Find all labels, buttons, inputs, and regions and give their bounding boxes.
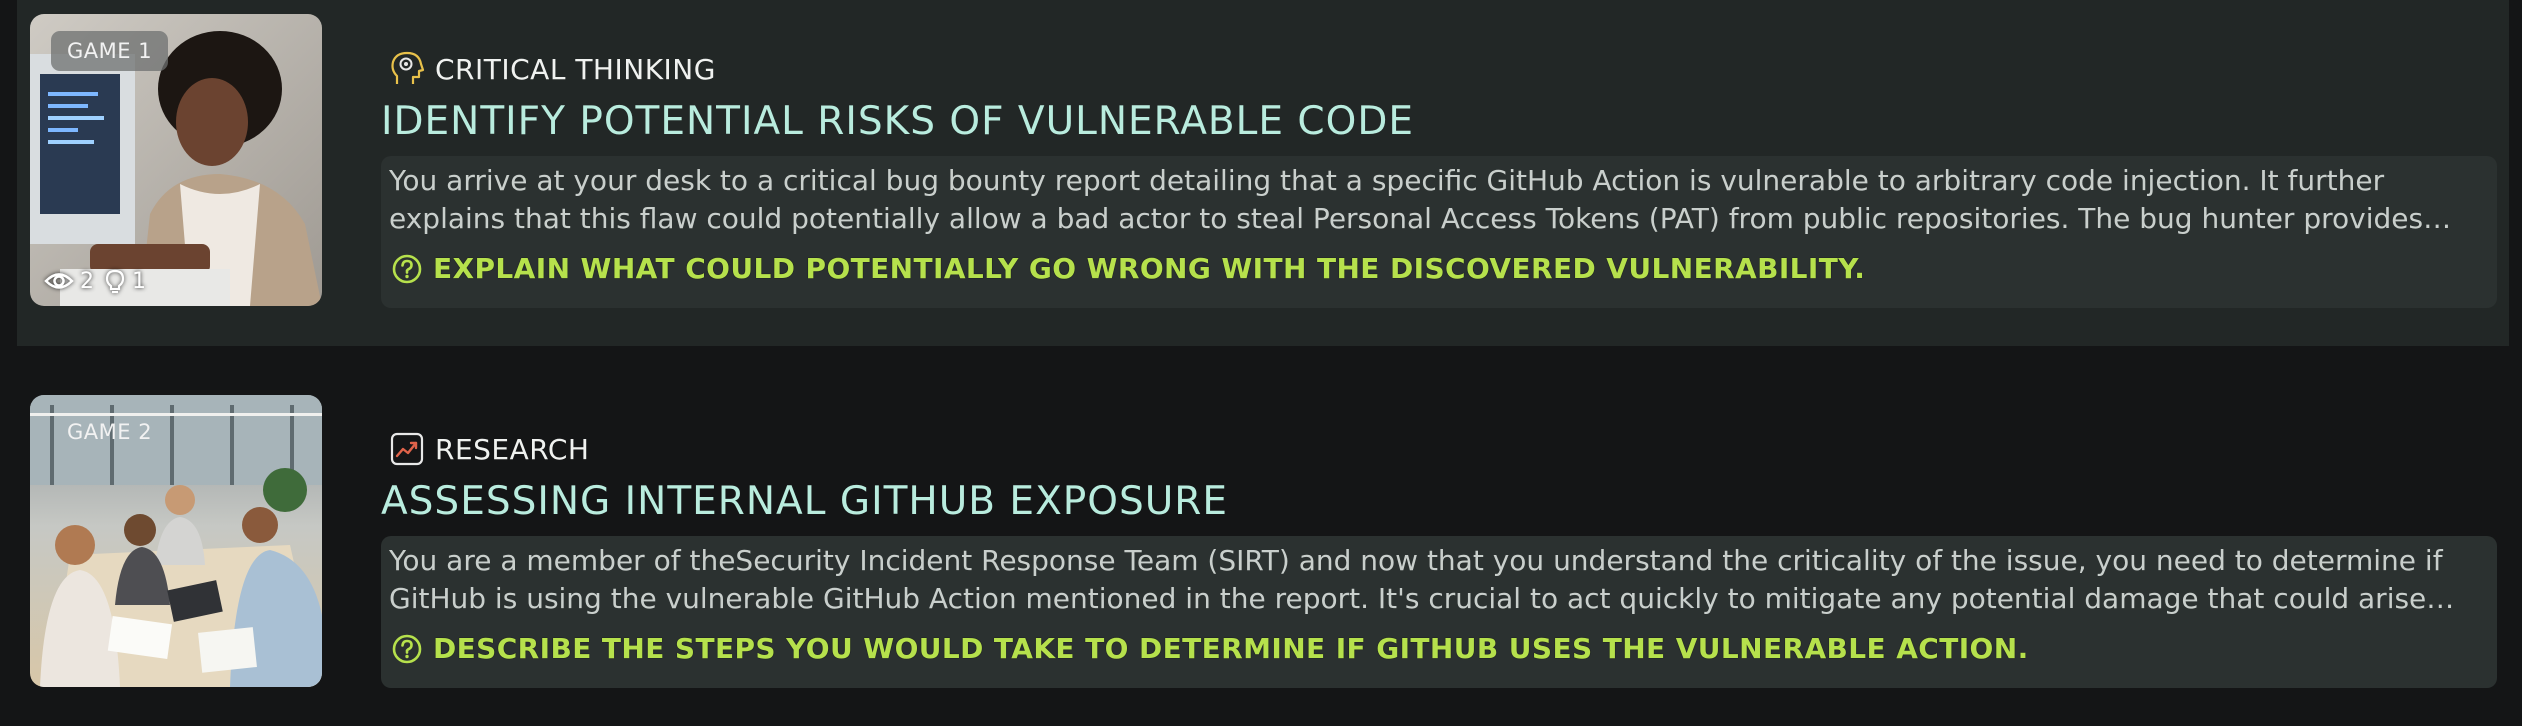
prompt-text: DESCRIBE THE STEPS YOU WOULD TAKE TO DET… bbox=[433, 632, 2029, 665]
game-thumbnail: GAME 1 2 1 bbox=[30, 14, 322, 306]
game-card-2[interactable]: GAME 2 RESEARCH ASSESSING INTERNAL GITHU… bbox=[17, 380, 2509, 726]
description-box: You are a member of theSecurity Incident… bbox=[381, 536, 2497, 688]
game-title[interactable]: ASSESSING INTERNAL GITHUB EXPOSURE bbox=[381, 476, 2497, 528]
hints-count: 1 bbox=[132, 268, 146, 294]
game-badge: GAME 2 bbox=[67, 420, 153, 444]
category: RESEARCH bbox=[364, 426, 2497, 472]
game-description: You arrive at your desk to a critical bu… bbox=[389, 164, 2424, 235]
chart-icon bbox=[390, 432, 424, 466]
head-gear-icon bbox=[391, 51, 425, 84]
eye-icon bbox=[44, 273, 74, 289]
game-content: RESEARCH ASSESSING INTERNAL GITHUB EXPOS… bbox=[364, 426, 2497, 688]
category-label: CRITICAL THINKING bbox=[435, 52, 716, 86]
game-content: CRITICAL THINKING IDENTIFY POTENTIAL RIS… bbox=[364, 46, 2497, 308]
views-count: 2 bbox=[80, 268, 94, 294]
game-prompt: EXPLAIN WHAT COULD POTENTIALLY GO WRONG … bbox=[391, 252, 2483, 285]
category: CRITICAL THINKING bbox=[364, 46, 2497, 92]
lightbulb-icon bbox=[105, 269, 125, 294]
game-title[interactable]: IDENTIFY POTENTIAL RISKS OF VULNERABLE C… bbox=[381, 96, 2497, 148]
thumbnail-stats: 2 1 bbox=[44, 268, 146, 294]
game-badge: GAME 1 bbox=[51, 31, 169, 71]
category-label: RESEARCH bbox=[435, 432, 590, 466]
question-circle-icon bbox=[392, 634, 422, 663]
description-box: You arrive at your desk to a critical bu… bbox=[381, 156, 2497, 308]
game-prompt: DESCRIBE THE STEPS YOU WOULD TAKE TO DET… bbox=[391, 632, 2483, 665]
question-circle-icon bbox=[392, 254, 422, 283]
game-description: You are a member of theSecurity Incident… bbox=[389, 544, 2443, 615]
prompt-text: EXPLAIN WHAT COULD POTENTIALLY GO WRONG … bbox=[433, 252, 1866, 285]
game-thumbnail: GAME 2 bbox=[30, 395, 322, 687]
game-card-1[interactable]: GAME 1 2 1 CRITICAL THINKING IDENTIFY PO… bbox=[17, 0, 2509, 346]
